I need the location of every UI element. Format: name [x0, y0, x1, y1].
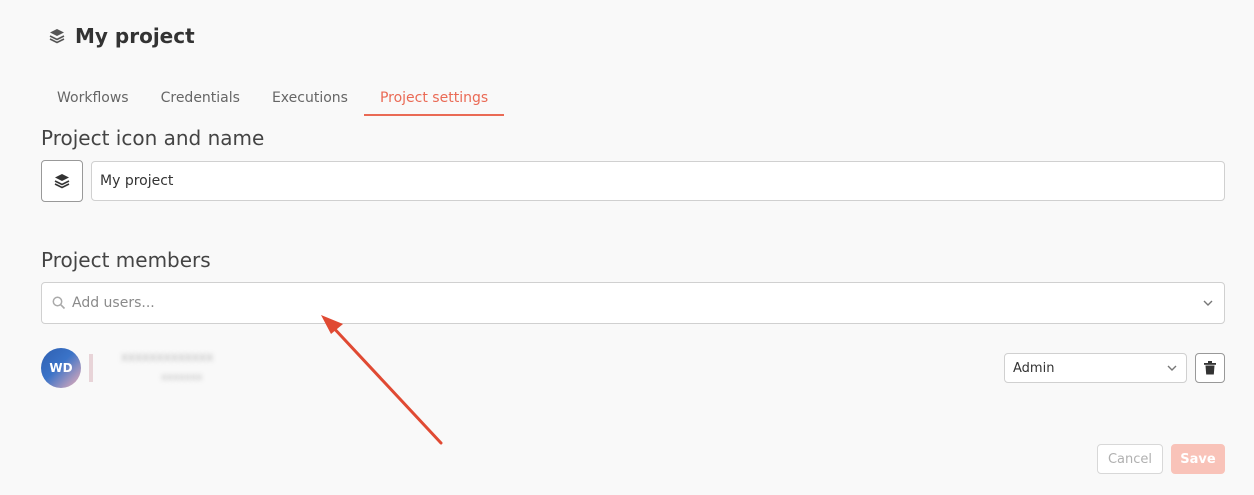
save-button[interactable]: Save — [1171, 444, 1225, 474]
tab-workflows[interactable]: Workflows — [41, 80, 145, 116]
cancel-button[interactable]: Cancel — [1097, 444, 1163, 474]
add-users-select[interactable] — [41, 282, 1225, 324]
page-header: My project — [49, 24, 195, 48]
avatar: WD — [41, 348, 81, 388]
project-name-input[interactable] — [91, 161, 1225, 201]
page-title: My project — [75, 24, 195, 48]
project-members-heading: Project members — [41, 248, 211, 272]
search-icon — [52, 296, 66, 310]
layers-icon — [49, 29, 65, 44]
member-row: WD xxxxxxxxxxxxx xxxxxxx Admin — [41, 348, 1225, 388]
tab-executions[interactable]: Executions — [256, 80, 364, 116]
chevron-down-icon — [1203, 300, 1213, 306]
member-name-redacted: xxxxxxxxxxxxx — [121, 350, 214, 364]
project-icon-picker-button[interactable] — [41, 160, 83, 202]
trash-icon — [1204, 361, 1216, 375]
member-email-redacted: xxxxxxx — [161, 372, 203, 383]
remove-member-button[interactable] — [1195, 353, 1225, 383]
redaction-bar — [89, 354, 93, 382]
project-tabs: Workflows Credentials Executions Project… — [41, 80, 505, 116]
project-icon-name-heading: Project icon and name — [41, 126, 265, 150]
tab-credentials[interactable]: Credentials — [145, 80, 256, 116]
member-role-select[interactable]: Admin — [1004, 353, 1187, 383]
add-users-input[interactable] — [72, 295, 1202, 311]
tab-project-settings[interactable]: Project settings — [363, 80, 505, 116]
chevron-down-icon — [1167, 365, 1177, 371]
layers-icon — [54, 174, 70, 189]
member-role-value: Admin — [1013, 360, 1055, 376]
